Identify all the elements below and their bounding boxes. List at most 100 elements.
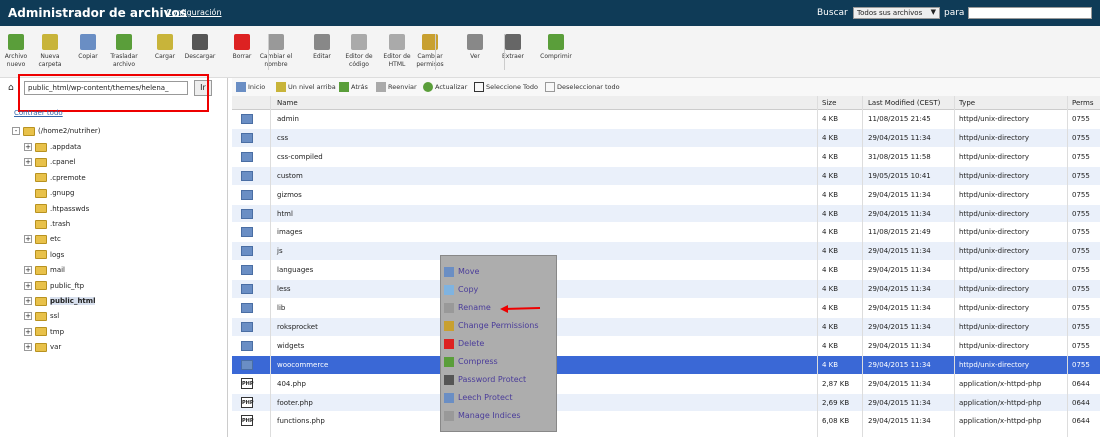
cell-size: 4 KB: [822, 190, 839, 199]
expand-icon[interactable]: +: [24, 281, 32, 290]
tree-item-label: etc: [50, 235, 61, 244]
context-menu-item[interactable]: Delete: [444, 336, 484, 352]
toolbar-label: Editar: [313, 53, 331, 60]
expand-icon[interactable]: +: [24, 343, 32, 352]
tree-item[interactable]: +.gnupg: [24, 186, 74, 200]
col-modified[interactable]: Last Modified (CEST): [868, 99, 940, 107]
checkbox-empty-icon: [545, 82, 555, 92]
home-icon[interactable]: ⌂: [8, 83, 14, 93]
tree-item-label: .gnupg: [50, 189, 75, 198]
cambiar-el-button[interactable]: Cambiar el nombre: [254, 34, 298, 69]
context-menu-item[interactable]: Leech Protect: [444, 390, 512, 406]
up-button[interactable]: Un nivel arriba: [276, 82, 336, 92]
expand-icon[interactable]: +: [24, 235, 32, 244]
deselect-all-button[interactable]: Deseleccionar todo: [545, 82, 620, 92]
table-row[interactable]: custom 4 KB 19/05/2015 10:41 httpd/unix-dir…: [232, 166, 1100, 186]
table-row[interactable]: images 4 KB 11/08/2015 21:49 httpd/unix-dir…: [232, 223, 1100, 243]
tree-root[interactable]: - (/home2/nutriher): [12, 124, 101, 138]
cell-perms: 0755: [1072, 115, 1090, 123]
tree-item[interactable]: + .appdata: [24, 140, 81, 154]
expand-icon[interactable]: +: [24, 266, 32, 275]
cell-date: 29/04/2015 11:34: [868, 398, 931, 407]
expand-icon[interactable]: +: [24, 158, 32, 167]
table-row[interactable]: PHP 404.php 2,87 KB 29/04/2015 11:34 applica…: [232, 375, 1100, 394]
cell-date: 29/04/2015 11:34: [868, 341, 931, 350]
table-row[interactable]: js 4 KB 29/04/2015 11:34 httpd/unix-directo…: [232, 242, 1100, 262]
trasladar-button[interactable]: Trasladar archivo: [102, 34, 146, 69]
table-row[interactable]: PHP footer.php 2,69 KB 29/04/2015 11:34 appl…: [232, 393, 1100, 413]
tree-item[interactable]: +.htpasswds: [24, 202, 89, 216]
table-row[interactable]: less 4 KB 29/04/2015 11:34 httpd/unix-direc…: [232, 280, 1100, 299]
tree-item[interactable]: + var: [24, 340, 61, 354]
expand-icon[interactable]: +: [24, 297, 32, 305]
tree-item[interactable]: + .cpanel: [24, 155, 76, 169]
table-row[interactable]: PHP functions.php 6,08 KB 29/04/2015 11:34 a…: [232, 412, 1100, 432]
context-menu-item[interactable]: Change Permissions: [444, 318, 539, 334]
expand-icon[interactable]: +: [24, 312, 32, 321]
cell-name: admin: [277, 115, 299, 123]
table-row[interactable]: css 4 KB 29/04/2015 11:34 httpd/unix-direct…: [232, 128, 1100, 148]
menu-item-icon: [444, 320, 454, 331]
tree-item[interactable]: + ssl: [24, 309, 59, 323]
table-row[interactable]: gizmos 4 KB 29/04/2015 11:34 httpd/unix-dir…: [232, 186, 1100, 205]
context-menu-item[interactable]: Move: [444, 264, 479, 280]
tree-item[interactable]: + mail: [24, 263, 65, 277]
table-row[interactable]: css-compiled 4 KB 31/08/2015 11:58 httpd/un…: [232, 148, 1100, 167]
tree-item[interactable]: + public_html: [24, 294, 96, 308]
tree-item[interactable]: + public_ftp: [24, 279, 84, 293]
tree-item[interactable]: + etc: [24, 232, 61, 246]
reload-button[interactable]: Actualizar: [423, 82, 467, 92]
cell-perms: 0644: [1072, 379, 1090, 388]
cell-date: 29/04/2015 11:34: [868, 247, 931, 256]
tree-item[interactable]: +.trash: [24, 217, 70, 231]
home-icon: [236, 82, 246, 92]
select-all-button[interactable]: Seleccione Todo: [474, 82, 538, 92]
search-scope-select[interactable]: Todos sus archivos ▼: [853, 7, 940, 19]
menu-item-label: Manage Indices: [458, 411, 521, 420]
cell-type: httpd/unix-directory: [959, 190, 1029, 199]
cambiar-button[interactable]: Cambiar permisos: [408, 34, 452, 69]
table-row[interactable]: html 4 KB 29/04/2015 11:34 httpd/unix-direc…: [232, 204, 1100, 224]
toolbar-divider: [435, 34, 436, 70]
home-nav-button[interactable]: Inicio: [236, 82, 265, 92]
table-row[interactable]: woocommerce 4 KB 29/04/2015 11:34 httpd/uni…: [232, 355, 1100, 375]
col-size[interactable]: Size: [822, 99, 836, 107]
context-menu-item[interactable]: Manage Indices: [444, 408, 521, 424]
table-row[interactable]: admin 4 KB 11/08/2015 21:45 httpd/unix-dire…: [232, 110, 1100, 129]
arrow-left-icon: [339, 82, 349, 92]
search-input[interactable]: [968, 7, 1092, 19]
col-perms[interactable]: Perms: [1072, 99, 1094, 107]
back-button[interactable]: Atrás: [339, 82, 368, 92]
collapse-all-link[interactable]: Contraer todo: [14, 109, 63, 117]
highlight-box: [18, 74, 209, 112]
tree-item-label: tmp: [50, 327, 65, 336]
table-row[interactable]: languages 4 KB 29/04/2015 11:34 httpd/unix-…: [232, 261, 1100, 281]
folder-icon: [35, 265, 47, 275]
context-menu-item[interactable]: Rename: [444, 300, 491, 316]
tree-item[interactable]: +logs: [24, 248, 64, 262]
expand-icon[interactable]: +: [24, 143, 32, 151]
extraer-button[interactable]: Extraer: [491, 34, 535, 61]
table-row[interactable]: lib 4 KB 29/04/2015 11:34 httpd/unix-direct…: [232, 299, 1100, 318]
table-row[interactable]: roksprocket 4 KB 29/04/2015 11:34 httpd/uni…: [232, 317, 1100, 337]
upload-icon: [157, 34, 173, 50]
table-row[interactable]: widgets 4 KB 29/04/2015 11:34 httpd/unix-di…: [232, 337, 1100, 356]
folder-up-icon: [276, 82, 286, 92]
cell-perms: 0755: [1072, 133, 1090, 142]
reload-icon: [423, 82, 433, 92]
expand-icon[interactable]: +: [24, 327, 32, 336]
tree-item[interactable]: + tmp: [24, 325, 64, 339]
col-type[interactable]: Type: [959, 99, 975, 107]
collapse-toggle-icon[interactable]: -: [12, 127, 20, 135]
cell-name: less: [277, 285, 291, 294]
comprimir-button[interactable]: Comprimir: [534, 34, 578, 61]
descargar-button[interactable]: Descargar: [178, 34, 222, 61]
tree-item[interactable]: +.cpremote: [24, 171, 86, 185]
col-name[interactable]: Name: [277, 99, 298, 107]
forward-button[interactable]: Reenviar: [376, 82, 417, 92]
context-menu-item[interactable]: Compress: [444, 354, 498, 370]
context-menu-item[interactable]: Copy: [444, 282, 478, 298]
config-link[interactable]: Configuración: [166, 8, 222, 17]
context-menu-item[interactable]: Password Protect: [444, 372, 526, 388]
cell-type: httpd/unix-directory: [959, 209, 1029, 218]
